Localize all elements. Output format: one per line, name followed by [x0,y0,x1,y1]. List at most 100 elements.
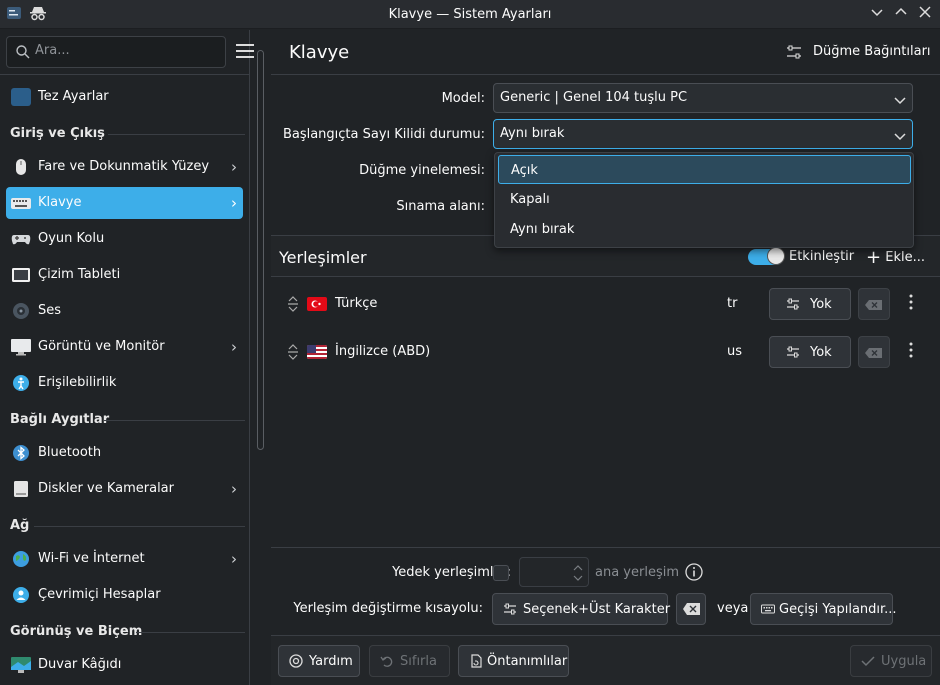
option-off[interactable]: Kapalı [498,185,911,214]
spare-layouts-label: Yedek yerleşimler: [392,565,511,580]
wallpaper-icon [11,656,31,674]
kebab-menu-icon[interactable] [906,342,916,362]
section-header-network: Ağ [10,518,245,533]
add-layout-button[interactable]: + Ekle... [866,247,925,268]
chevron-right-icon: › [231,480,237,498]
configure-switching-button[interactable]: Geçişi Yapılandır... [750,593,897,625]
help-icon [289,654,303,668]
close-icon[interactable] [916,5,934,23]
test-area-label: Sınama alanı: [396,199,485,214]
layout-shortcut-button[interactable]: Yok [769,336,851,368]
gamepad-icon [11,230,31,248]
sliders-icon [786,345,800,359]
info-icon[interactable] [685,563,703,585]
or-label: veya [717,601,749,616]
chevron-down-icon [894,130,906,141]
spare-layouts-checkbox[interactable] [493,565,509,581]
search-input[interactable] [35,43,215,58]
hamburger-menu-icon[interactable] [236,44,254,60]
globe-icon [11,550,31,568]
layout-shortcut-button[interactable]: Yok [769,288,851,320]
search-field[interactable] [6,36,226,68]
sidebar-item-gamepad[interactable]: Oyun Kolu [6,223,243,255]
numlock-label: Başlangıçta Sayı Kilidi durumu: [282,127,485,142]
sidebar-item-wifi[interactable]: Wi-Fi ve İnternet › [6,543,243,575]
sidebar-item-bluetooth[interactable]: Bluetooth [6,437,243,469]
page-title: Klavye [289,42,350,63]
sliders-icon [786,297,800,311]
drag-handle-icon[interactable] [287,295,299,313]
key-repeat-label: Düğme yinelemesi: [359,163,485,178]
main-panel: Klavye Düğme Bağıntıları Model: Generic … [271,30,940,685]
layout-row[interactable]: İngilizce (ABD) us Yok [271,329,940,377]
sidebar-item-wallpaper[interactable]: Duvar Kâğıdı [6,649,243,681]
backspace-icon [683,603,700,615]
option-leave-unchanged[interactable]: Aynı bırak [498,215,911,244]
search-icon [15,44,31,60]
backspace-icon [865,300,882,310]
model-combo[interactable]: Generic | Genel 104 tuşlu PC [493,83,913,113]
spare-layouts-spinbox[interactable] [519,557,589,587]
reset-button[interactable]: Sıfırla [369,645,450,677]
undo-icon [380,654,394,668]
quick-settings-icon [11,88,31,106]
chevron-right-icon: › [231,338,237,356]
sidebar-scrollbar[interactable] [257,50,264,450]
accessibility-icon [11,374,31,392]
turkey-flag-icon [307,297,327,311]
usa-flag-icon [307,345,327,359]
numlock-dropdown: Açık Kapalı Aynı bırak [494,152,914,248]
sidebar-item-online-accounts[interactable]: Çevrimiçi Hesaplar [6,579,243,611]
divider [0,74,250,75]
plus-icon: + [866,247,882,268]
drag-handle-icon[interactable] [287,343,299,361]
sliders-icon [503,602,517,616]
sidebar-item-display[interactable]: Görüntü ve Monitör › [6,331,243,363]
chevron-down-icon [894,94,906,105]
enable-toggle[interactable] [748,247,785,265]
sidebar-item-accessibility[interactable]: Erişilebilirlik [6,367,243,399]
clear-switch-shortcut-button[interactable] [676,593,706,625]
option-on[interactable]: Açık [498,155,911,184]
title-bar: Klavye — Sistem Ayarları [0,0,940,29]
monitor-icon [11,338,31,356]
footer-bar: Yardım Sıfırla Öntanımlılar Uygula [271,635,940,685]
chevron-right-icon: › [231,550,237,568]
clear-shortcut-button[interactable] [858,288,890,320]
bluetooth-icon [11,444,31,462]
minimize-icon[interactable] [868,5,886,23]
sidebar-item-sound[interactable]: Ses [6,295,243,327]
keyboard-icon [11,194,31,212]
document-revert-icon [469,654,483,668]
divider [271,547,940,548]
switch-shortcut-button[interactable]: Seçenek+Üst Karakter [492,593,670,625]
check-icon [861,654,875,668]
spare-layouts-suffix: ana yerleşim [595,565,679,580]
disk-icon [11,480,31,498]
backspace-icon [865,348,882,358]
section-header-input: Giriş ve Çıkış [10,126,245,141]
sidebar-item-tablet[interactable]: Çizim Tableti [6,259,243,291]
sliders-icon [786,44,802,60]
maximize-icon[interactable] [892,5,910,23]
apply-button[interactable]: Uygula [850,645,932,677]
sidebar-item-disks[interactable]: Diskler ve Kameralar › [6,473,243,505]
sidebar-item-mouse[interactable]: Fare ve Dokunmatik Yüzey › [6,151,243,183]
page-header: Klavye Düğme Bağıntıları [271,30,940,75]
window-title: Klavye — Sistem Ayarları [388,7,552,22]
online-accounts-icon [11,586,31,604]
keyboard-icon [761,602,775,616]
numlock-combo[interactable]: Aynı bırak [493,119,913,149]
sidebar: Tez Ayarlar Giriş ve Çıkış Fare ve Dokun… [0,30,254,685]
sidebar-item-quick-settings[interactable]: Tez Ayarlar [6,81,243,113]
help-button[interactable]: Yardım [278,645,360,677]
clear-shortcut-button[interactable] [858,336,890,368]
mouse-icon [11,158,31,176]
drawing-tablet-icon [11,266,31,284]
enable-label: Etkinleştir [789,249,855,264]
layouts-title: Yerleşimler [279,248,367,267]
kebab-menu-icon[interactable] [906,294,916,314]
defaults-button[interactable]: Öntanımlılar [458,645,569,677]
layout-row[interactable]: Türkçe tr Yok [271,281,940,329]
sidebar-item-keyboard[interactable]: Klavye › [6,187,243,219]
